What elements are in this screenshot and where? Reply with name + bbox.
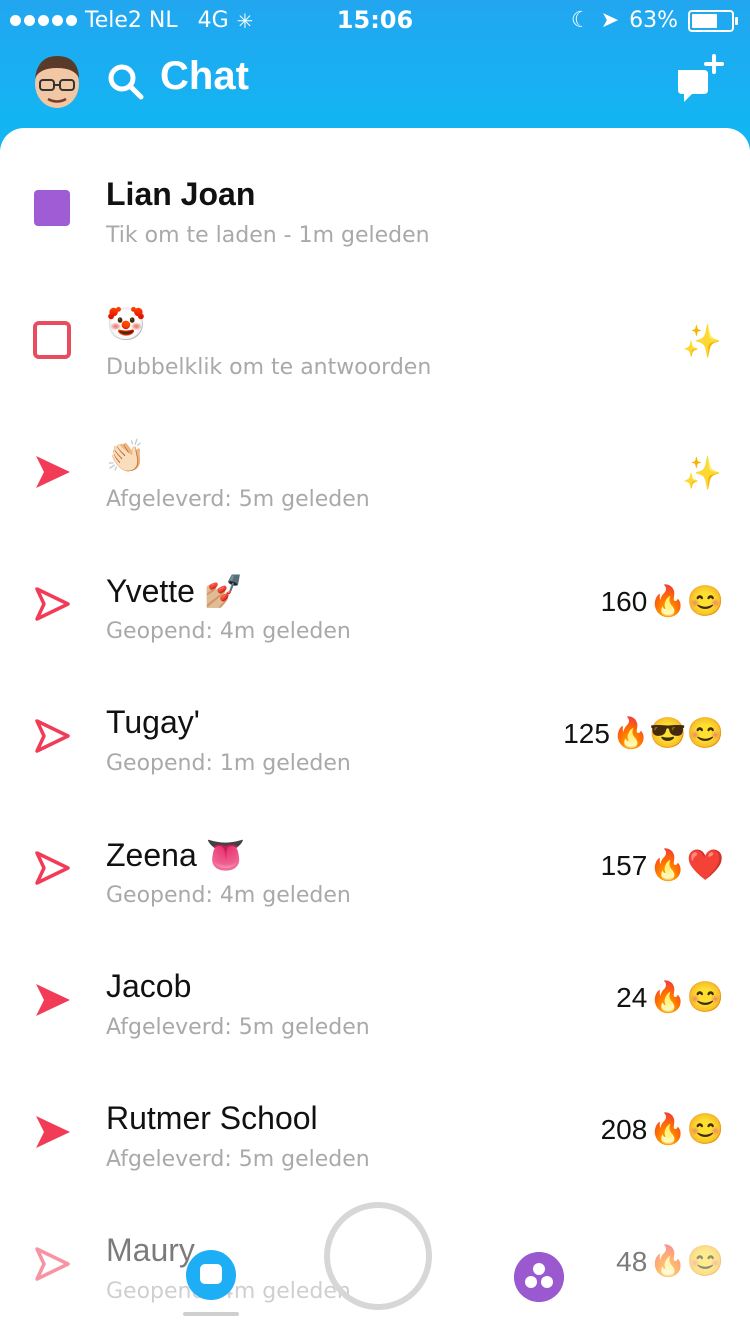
streak: 24 🔥😊 [616, 982, 724, 1014]
sent-snap-icon [36, 456, 70, 488]
chat-status: Afgeleverd: 5m geleden [106, 1015, 370, 1040]
active-tab-indicator [183, 1312, 239, 1316]
new-chat-icon[interactable] [674, 54, 724, 104]
chat-status: Afgeleverd: 5m geleden [106, 1147, 370, 1172]
streak-emojis: 🔥😊 [649, 981, 724, 1014]
battery-percent: 63% [629, 8, 678, 33]
sparkles-icon: ✨ [682, 454, 722, 492]
streak: 160 🔥😊 [601, 586, 724, 618]
bottom-nav [0, 1190, 750, 1334]
chat-status: Geopend: 1m geleden [106, 751, 351, 776]
streak: 125 🔥😎😊 [563, 718, 724, 750]
sent-snap-icon [36, 1116, 70, 1148]
streak-count: 160 [600, 586, 648, 617]
chat-row[interactable]: 👏🏻 Afgeleverd: 5m geleden ✨ [0, 412, 750, 544]
streak-emojis: 🔥😊 [649, 1113, 724, 1146]
streak-count: 208 [600, 1114, 648, 1145]
streak-count: 24 [616, 982, 648, 1013]
opened-sent-icon [35, 719, 70, 753]
chat-row[interactable]: Rutmer School Afgeleverd: 5m geleden 208… [0, 1072, 750, 1204]
chat-bubble-icon[interactable] [186, 1250, 236, 1300]
streak-count: 157 [600, 850, 648, 881]
chat-name: Yvette 💅🏼 [106, 573, 244, 609]
chat-row[interactable]: Yvette 💅🏼 Geopend: 4m geleden 160 🔥😊 [0, 544, 750, 676]
battery-icon [688, 9, 738, 32]
chat-name: 🤡 [106, 306, 146, 342]
chat-row[interactable]: 🤡 Dubbelklik om te antwoorden ✨ [0, 280, 750, 412]
chat-status: Geopend: 4m geleden [106, 883, 351, 908]
streak: 208 🔥😊 [601, 1114, 724, 1146]
status-bar: Tele2 NL 4G ✳ 15:06 ☾ ➤ 63% [0, 0, 750, 40]
status-right: ☾ ➤ 63% [570, 8, 738, 33]
discover-icon[interactable] [514, 1252, 564, 1302]
streak-emojis: 🔥😎😊 [611, 717, 724, 750]
location-icon: ➤ [600, 8, 620, 33]
streak-emojis: 🔥❤️ [649, 849, 724, 882]
opened-sent-icon [35, 587, 70, 621]
chat-name: 👏🏻 [106, 438, 146, 474]
chat-row[interactable]: Zeena 👅 Geopend: 4m geleden 157 🔥❤️ [0, 808, 750, 940]
chat-row[interactable]: Jacob Afgeleverd: 5m geleden 24 🔥😊 [0, 940, 750, 1072]
chat-status: Afgeleverd: 5m geleden [106, 487, 370, 512]
chat-list: Lian Joan Tik om te laden - 1m geleden 🤡… [0, 128, 750, 1334]
opened-snap-icon [33, 321, 71, 359]
capture-button[interactable] [324, 1202, 432, 1310]
streak-emojis: 🔥😊 [649, 585, 724, 618]
chat-name: Jacob [106, 968, 192, 1004]
streak: 157 🔥❤️ [601, 850, 724, 882]
chat-name: Zeena 👅 [106, 837, 246, 873]
search-icon[interactable] [106, 62, 146, 102]
chat-status: Dubbelklik om te antwoorden [106, 355, 432, 380]
chat-name: Lian Joan [106, 176, 256, 212]
moon-icon: ☾ [570, 8, 591, 33]
page-title: Chat [160, 54, 249, 98]
bitmoji-avatar[interactable] [28, 50, 86, 112]
chat-name: Tugay' [106, 704, 200, 740]
chat-status: Geopend: 4m geleden [106, 619, 351, 644]
chat-row[interactable]: Tugay' Geopend: 1m geleden 125 🔥😎😊 [0, 676, 750, 808]
streak-count: 125 [563, 718, 610, 749]
sent-snap-icon [36, 984, 70, 1016]
received-snap-icon [34, 190, 70, 226]
chat-row[interactable]: Lian Joan Tik om te laden - 1m geleden [0, 148, 750, 280]
chat-status: Tik om te laden - 1m geleden [106, 223, 430, 248]
opened-sent-icon [35, 851, 70, 885]
chat-name: Rutmer School [106, 1100, 318, 1136]
sparkles-icon: ✨ [682, 322, 722, 360]
